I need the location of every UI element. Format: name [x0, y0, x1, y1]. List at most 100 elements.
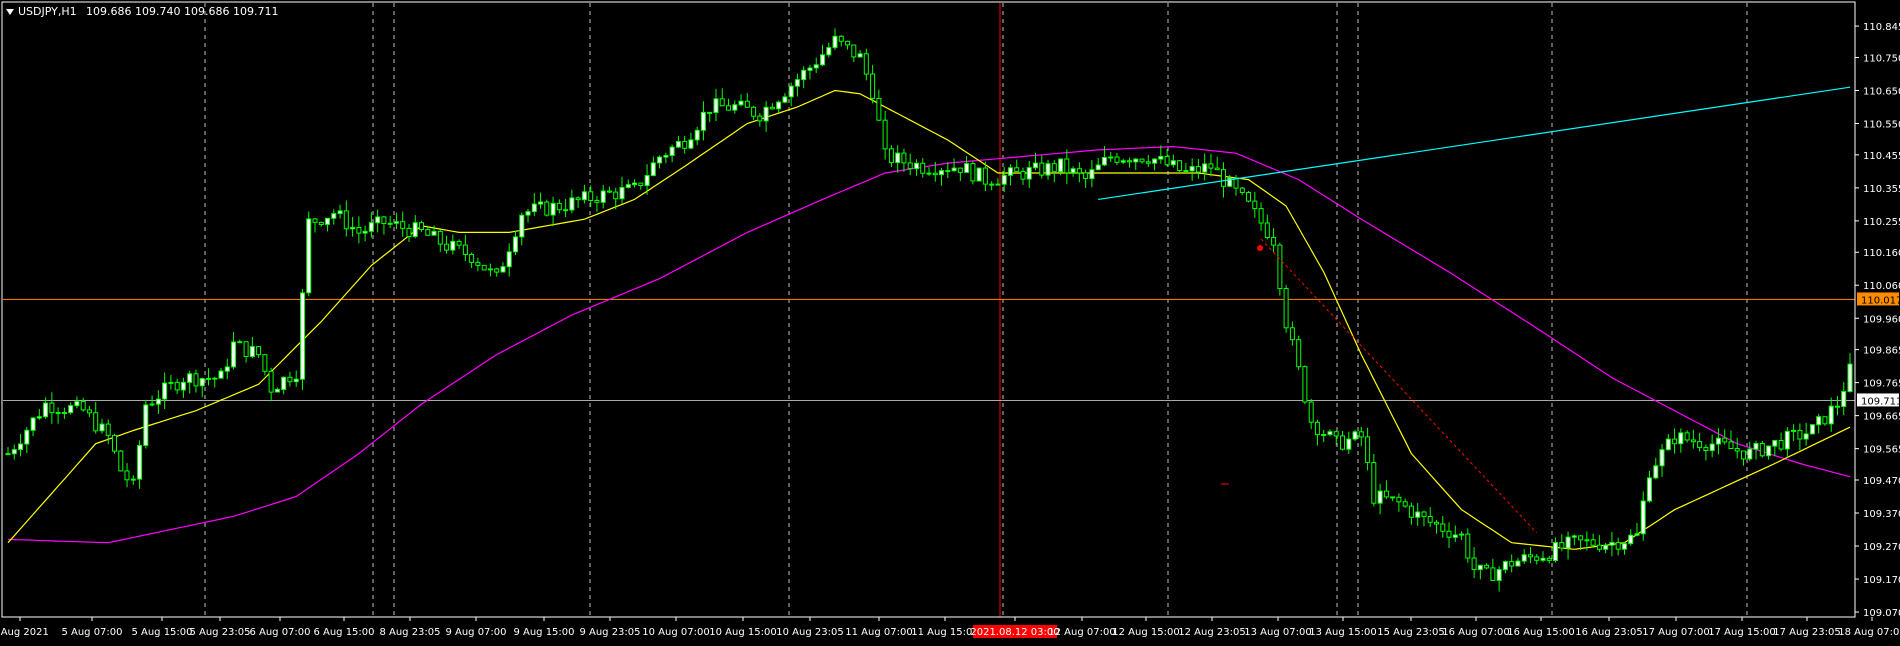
- bull-candle: [43, 402, 49, 418]
- y-tick-label: 109.370: [1863, 509, 1900, 520]
- ohlc-values: 109.686 109.740 109.686 109.711: [86, 5, 278, 18]
- bull-candle: [1415, 511, 1421, 518]
- x-tick-label: 4 Aug 2021: [0, 627, 49, 638]
- bear-candle: [907, 162, 913, 170]
- bear-candle: [1208, 163, 1214, 169]
- bear-candle: [312, 218, 318, 223]
- bear-candle: [1051, 163, 1057, 173]
- bull-candle: [569, 197, 575, 211]
- bull-candle: [1377, 490, 1383, 504]
- bear-candle: [989, 183, 995, 186]
- bear-candle: [1271, 237, 1277, 246]
- y-tick-label: 110.550: [1863, 119, 1900, 130]
- bear-candle: [556, 202, 562, 211]
- bull-candle: [431, 230, 437, 236]
- bear-candle: [1239, 187, 1245, 194]
- bull-candle: [11, 449, 17, 455]
- bull-candle: [450, 240, 456, 251]
- bull-candle: [18, 443, 23, 450]
- bear-candle: [838, 35, 844, 42]
- bull-candle: [368, 222, 374, 232]
- bear-candle: [1697, 441, 1703, 448]
- bear-candle: [1421, 511, 1427, 517]
- y-tick-label: 109.765: [1863, 379, 1900, 390]
- bull-candle: [995, 183, 1001, 186]
- chart-header: USDJPY,H1 109.686 109.740 109.686 109.71…: [6, 5, 278, 18]
- chart-window[interactable]: 110.845 110.750 110.650 110.550 110.455 110.3…: [0, 0, 1900, 642]
- bull-candle: [663, 155, 669, 158]
- bear-candle: [1528, 554, 1533, 558]
- bull-candle: [813, 64, 819, 69]
- bull-candle: [625, 184, 631, 189]
- bull-candle: [1321, 434, 1327, 436]
- bull-candle: [55, 412, 61, 414]
- bull-candle: [199, 378, 205, 387]
- bull-candle: [1809, 424, 1815, 435]
- bull-candle: [675, 141, 681, 148]
- bull-candle: [525, 211, 531, 216]
- bull-candle: [249, 346, 255, 358]
- bull-candle: [1621, 543, 1627, 550]
- x-tick-label: 6 Aug 15:00: [313, 627, 374, 638]
- bull-candle: [619, 187, 625, 200]
- bull-candle: [951, 167, 957, 172]
- bull-candle: [1515, 560, 1521, 567]
- bull-candle: [1327, 431, 1333, 436]
- bull-candle: [1452, 534, 1458, 538]
- bull-candle: [1095, 164, 1101, 171]
- bear-candle: [1177, 160, 1183, 171]
- bull-candle: [68, 405, 74, 414]
- bull-candle: [1828, 405, 1834, 425]
- bull-candle: [801, 69, 807, 81]
- bear-candle: [970, 163, 976, 182]
- bear-candle: [1446, 530, 1452, 538]
- x-tick-label: 9 Aug 23:05: [579, 627, 640, 638]
- bear-candle: [757, 115, 763, 122]
- price-chart[interactable]: 110.845 110.750 110.650 110.550 110.455 110.3…: [0, 0, 1900, 642]
- bull-candle: [1133, 158, 1139, 163]
- bull-candle: [832, 35, 838, 49]
- y-tick-label: 110.255: [1863, 217, 1900, 228]
- bull-candle: [300, 292, 305, 380]
- y-tick-label: 109.170: [1863, 575, 1900, 586]
- bear-candle: [1722, 437, 1728, 443]
- bull-candle: [206, 377, 211, 380]
- bear-candle: [1314, 421, 1320, 436]
- bull-candle: [412, 222, 418, 237]
- bull-candle: [30, 417, 36, 431]
- bear-candle: [1283, 288, 1289, 329]
- bull-candle: [713, 98, 719, 114]
- x-tick-label: 13 Aug 07:00: [1244, 627, 1311, 638]
- bear-candle: [1734, 448, 1740, 452]
- bear-candle: [888, 148, 894, 164]
- x-tick-label: 12 Aug 07:00: [1048, 627, 1115, 638]
- bear-candle: [594, 200, 600, 203]
- bear-candle: [481, 264, 487, 271]
- bull-candle: [1709, 443, 1715, 452]
- bull-candle: [1502, 561, 1508, 571]
- bull-candle: [168, 381, 174, 384]
- bear-candle: [707, 111, 713, 114]
- bull-candle: [99, 423, 105, 432]
- symbol-label: USDJPY,H1: [18, 5, 77, 18]
- bear-candle: [1064, 158, 1070, 174]
- bull-candle: [581, 191, 587, 201]
- bear-candle: [1440, 523, 1446, 532]
- bull-candle: [1189, 166, 1195, 172]
- bear-candle: [1596, 544, 1602, 550]
- bear-candle: [425, 229, 431, 236]
- y-tick-label: 109.960: [1863, 314, 1900, 325]
- bull-candle: [1202, 163, 1208, 173]
- x-tick-label: 12 Aug 15:00: [1112, 627, 1179, 638]
- bear-candle: [982, 167, 988, 185]
- bear-candle: [406, 227, 412, 237]
- bull-candle: [1784, 430, 1790, 450]
- bull-candle: [325, 217, 330, 225]
- bear-candle: [638, 182, 644, 187]
- bear-candle: [1434, 521, 1439, 525]
- bear-candle: [1340, 435, 1345, 450]
- bear-candle: [475, 261, 481, 266]
- y-tick-label: 110.355: [1863, 184, 1900, 195]
- bear-candle: [93, 412, 99, 432]
- x-tick-label: 16 Aug 23:05: [1575, 627, 1642, 638]
